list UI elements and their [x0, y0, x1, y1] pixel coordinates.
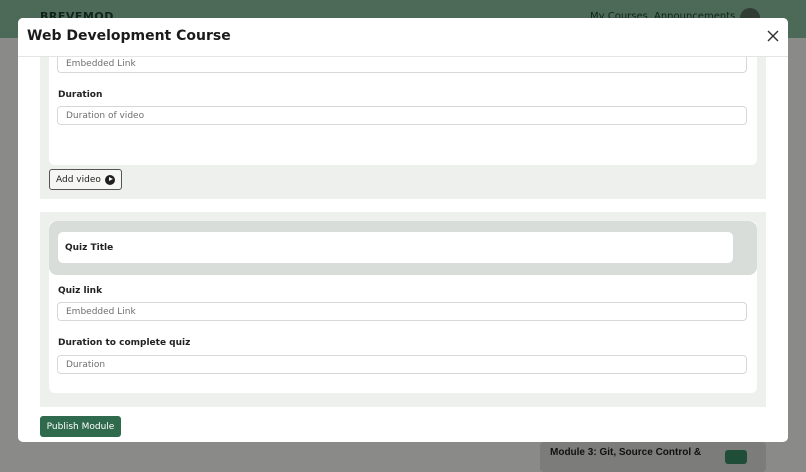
video-duration-label: Duration [58, 90, 103, 100]
quiz-duration-input[interactable] [57, 355, 747, 374]
close-icon[interactable] [766, 29, 780, 43]
background-module-card-title: Module 3: Git, Source Control & [550, 447, 702, 458]
play-circle-icon [104, 174, 115, 185]
publish-module-button[interactable]: Publish Module [40, 416, 121, 437]
video-card: Duration [49, 57, 757, 165]
quiz-title[interactable]: Quiz Title [58, 232, 733, 263]
quiz-link-input[interactable] [57, 302, 747, 321]
video-section: Duration Add video [40, 57, 766, 199]
quiz-duration-label: Duration to complete quiz [58, 338, 191, 348]
quiz-link-label: Quiz link [58, 286, 103, 296]
modal-body: Duration Add video Quiz Title Quiz link … [18, 57, 788, 442]
add-video-button[interactable]: Add video [49, 169, 122, 190]
add-video-label: Add video [56, 174, 101, 185]
modal-title: Web Development Course [27, 28, 231, 44]
course-modal: Web Development Course Duration Add vide… [18, 18, 788, 442]
quiz-header: Quiz Title [49, 221, 757, 275]
quiz-section: Quiz Title Quiz link Duration to complet… [40, 212, 766, 407]
quiz-card: Quiz Title Quiz link Duration to complet… [49, 221, 757, 393]
video-duration-input[interactable] [57, 106, 747, 125]
background-module-add-button [725, 450, 747, 464]
modal-header: Web Development Course [18, 18, 788, 57]
video-link-input[interactable] [57, 57, 747, 73]
